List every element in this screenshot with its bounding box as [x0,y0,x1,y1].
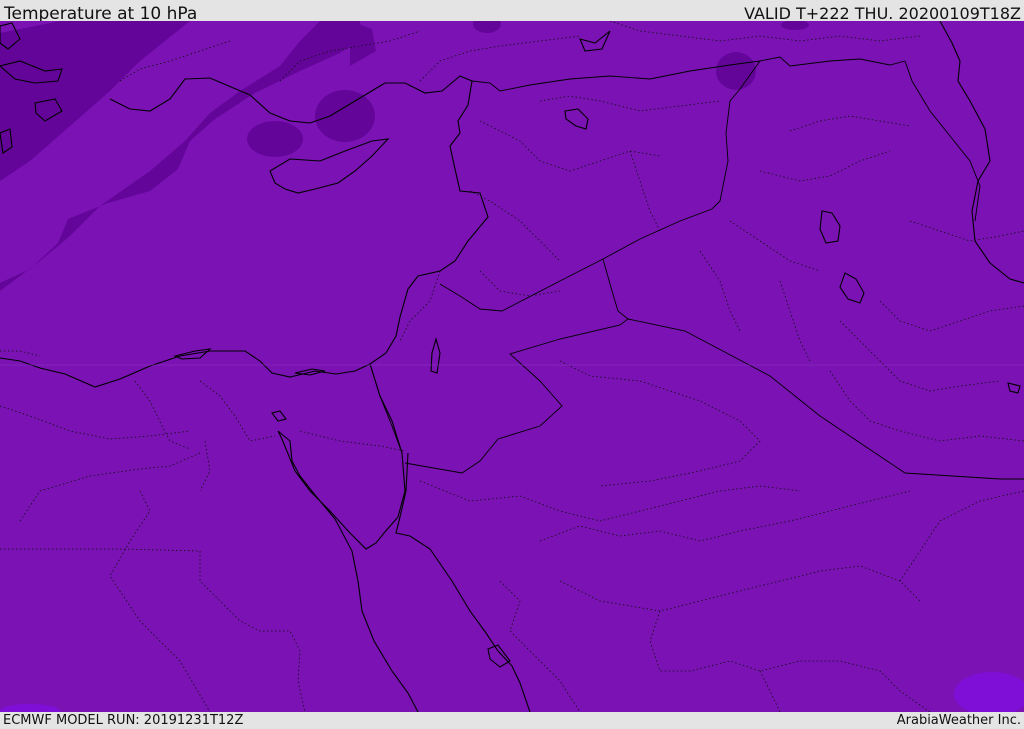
temperature-field [0,21,1024,712]
header-bar: Temperature at 10 hPa VALID T+222 THU. 2… [0,0,1024,24]
credit-label: ArabiaWeather Inc. [896,713,1021,728]
weather-map [0,21,1024,712]
cold-blob [247,121,303,157]
cold-blob [716,52,756,90]
footer-bar: ECMWF MODEL RUN: 20191231T12Z ArabiaWeat… [0,712,1024,729]
cold-blob [315,90,375,142]
model-run-label: ECMWF MODEL RUN: 20191231T12Z [3,713,244,728]
map-canvas [0,21,1024,712]
